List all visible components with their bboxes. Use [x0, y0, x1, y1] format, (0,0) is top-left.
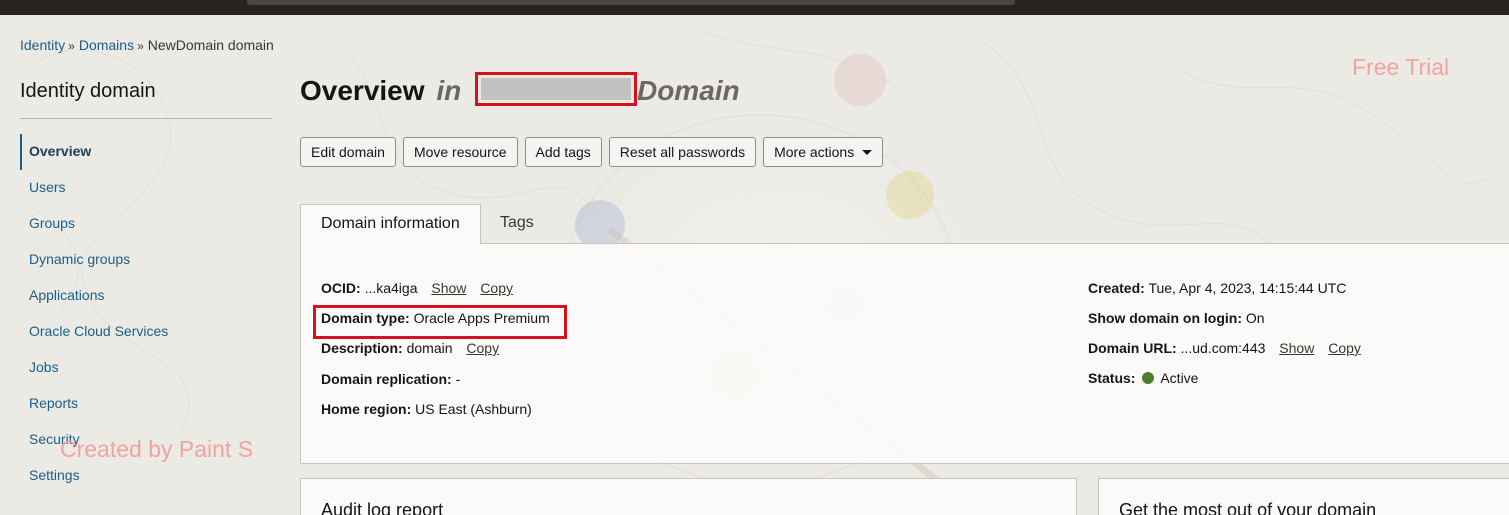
description-label: Description: — [321, 340, 403, 356]
tab-tags[interactable]: Tags — [500, 204, 534, 244]
home-region-row: Home region: US East (Ashburn) — [321, 401, 532, 417]
status-active-icon — [1142, 372, 1155, 384]
domain-replication-value: - — [455, 371, 461, 387]
domain-url-row: Domain URL: ...ud.com:443 Show Copy — [1088, 340, 1361, 356]
domain-type-value: Oracle Apps Premium — [413, 310, 550, 326]
ocid-show-link[interactable]: Show — [431, 280, 466, 296]
breadcrumb: Identity» Domains» NewDomain domain — [20, 37, 274, 53]
domain-url-show-link[interactable]: Show — [1279, 340, 1314, 356]
sidebar-item-reports[interactable]: Reports — [20, 386, 272, 422]
domain-information-panel: OCID: ...ka4iga Show Copy Domain type: O… — [300, 243, 1509, 464]
breadcrumb-separator: » — [137, 39, 144, 53]
ocid-row: OCID: ...ka4iga Show Copy — [321, 280, 513, 296]
status-label: Status: — [1088, 370, 1136, 386]
home-region-label: Home region: — [321, 401, 412, 417]
domain-url-copy-link[interactable]: Copy — [1328, 340, 1361, 356]
page-title-text: Overview — [300, 75, 425, 106]
sidebar: Identity domain Overview Users Groups Dy… — [20, 78, 272, 483]
created-label: Created: — [1088, 280, 1145, 296]
sidebar-item-oracle-cloud-services[interactable]: Oracle Cloud Services — [20, 314, 272, 350]
breadcrumb-current: NewDomain domain — [147, 37, 274, 53]
domain-url-value: ...ud.com:443 — [1180, 340, 1266, 356]
domain-replication-row: Domain replication: - — [321, 371, 460, 387]
domain-type-label: Domain type: — [321, 310, 410, 326]
breadcrumb-identity[interactable]: Identity — [20, 37, 65, 53]
more-actions-button[interactable]: More actions — [763, 137, 884, 167]
top-navigation-bar — [0, 0, 1509, 15]
edit-domain-button[interactable]: Edit domain — [300, 137, 396, 167]
ocid-label: OCID: — [321, 280, 361, 296]
get-most-title: Get the most out of your domain — [1119, 500, 1377, 515]
free-trial-watermark: Free Trial — [1352, 54, 1450, 80]
sidebar-divider — [20, 118, 272, 119]
breadcrumb-domains[interactable]: Domains — [79, 37, 134, 53]
domain-url-label: Domain URL: — [1088, 340, 1177, 356]
sidebar-item-overview[interactable]: Overview — [20, 134, 272, 170]
sidebar-title: Identity domain — [20, 80, 156, 102]
add-tags-button[interactable]: Add tags — [524, 137, 602, 167]
status-row: Status: Active — [1088, 370, 1198, 386]
move-resource-button[interactable]: Move resource — [402, 137, 518, 167]
domain-type-row: Domain type: Oracle Apps Premium — [321, 310, 550, 326]
description-row: Description: domain Copy — [321, 340, 499, 356]
audit-log-report-card: Audit log report — [300, 478, 1077, 515]
get-most-card: Get the most out of your domain — [1098, 478, 1509, 515]
tab-domain-information[interactable]: Domain information — [300, 204, 481, 244]
sidebar-item-applications[interactable]: Applications — [20, 278, 272, 314]
home-region-value: US East (Ashburn) — [415, 401, 532, 417]
show-on-login-label: Show domain on login: — [1088, 310, 1242, 326]
sidebar-item-dynamic-groups[interactable]: Dynamic groups — [20, 242, 272, 278]
caret-down-icon — [862, 150, 873, 155]
page-title: Overview in Domain — [300, 72, 740, 106]
description-copy-link[interactable]: Copy — [466, 340, 499, 356]
sidebar-item-users[interactable]: Users — [20, 170, 272, 206]
page-title-domain: Domain — [636, 75, 740, 106]
sidebar-item-settings[interactable]: Settings — [20, 458, 272, 494]
created-value: Tue, Apr 4, 2023, 14:15:44 UTC — [1148, 280, 1347, 296]
audit-log-report-title: Audit log report — [321, 500, 444, 515]
description-value: domain — [406, 340, 453, 356]
show-on-login-row: Show domain on login: On — [1088, 310, 1265, 326]
sidebar-item-groups[interactable]: Groups — [20, 206, 272, 242]
redacted-domain-name — [474, 72, 637, 106]
ocid-value: ...ka4iga — [364, 280, 418, 296]
action-toolbar: Edit domain Move resource Add tags Reset… — [300, 137, 884, 167]
created-by-watermark: Created by Paint S — [60, 436, 254, 462]
created-row: Created: Tue, Apr 4, 2023, 14:15:44 UTC — [1088, 280, 1346, 296]
status-value: Active — [1160, 370, 1199, 386]
domain-replication-label: Domain replication: — [321, 371, 452, 387]
page: Identity» Domains» NewDomain domain Identi… — [0, 0, 1509, 515]
reset-all-passwords-button[interactable]: Reset all passwords — [608, 137, 757, 167]
global-search-bar[interactable] — [247, 0, 1015, 5]
sidebar-item-jobs[interactable]: Jobs — [20, 350, 272, 386]
breadcrumb-separator: » — [68, 39, 75, 53]
show-on-login-value: On — [1245, 310, 1265, 326]
more-actions-label: More actions — [774, 144, 855, 160]
page-title-in: in — [436, 75, 462, 106]
ocid-copy-link[interactable]: Copy — [480, 280, 513, 296]
